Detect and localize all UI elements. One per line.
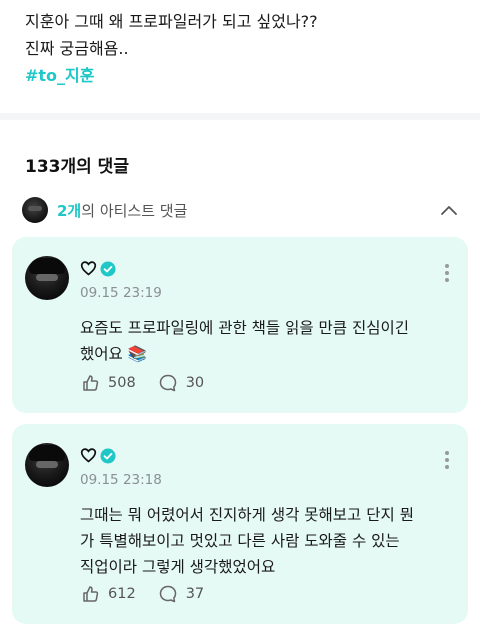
author-name[interactable] bbox=[80, 260, 116, 277]
avatar[interactable] bbox=[25, 443, 69, 487]
artist-comments-toggle[interactable]: 2개 의 아티스트 댓글 bbox=[22, 196, 462, 224]
avatar-hair bbox=[29, 445, 65, 461]
artist-comment-card: 09.15 23:19 요즘도 프로파일링에 관한 책들 읽을 만큼 진심이긴 … bbox=[12, 237, 468, 413]
hashtag-link[interactable]: #to_지훈 bbox=[25, 62, 465, 89]
comment-line: 직업이라 그렇게 생각했었어요 bbox=[80, 558, 276, 576]
comments-count-header: 133개의 댓글 bbox=[25, 157, 129, 177]
reply-button[interactable]: 37 bbox=[158, 584, 204, 604]
avatar[interactable] bbox=[25, 256, 69, 300]
avatar-glasses bbox=[36, 461, 58, 468]
artist-comments-label: 2개 의 아티스트 댓글 bbox=[57, 200, 187, 221]
avatar-hair bbox=[29, 258, 65, 274]
heart-icon bbox=[80, 261, 97, 276]
comment-line: 요즘도 프로파일링에 관한 책들 읽을 만큼 진심이긴 bbox=[80, 319, 410, 337]
post-line: 지훈아 그때 왜 프로파일러가 되고 싶었나?? bbox=[25, 12, 318, 31]
comment-actions: 508 30 bbox=[80, 373, 226, 393]
section-divider bbox=[0, 113, 480, 120]
comment-text: 요즘도 프로파일링에 관한 책들 읽을 만큼 진심이긴 했어요 📚 bbox=[80, 315, 460, 367]
artist-comment-card: 09.15 23:18 그때는 뭐 어렸어서 진지하게 생각 못해보고 단지 뭔… bbox=[12, 424, 468, 624]
reply-count: 37 bbox=[185, 586, 205, 602]
author-name[interactable] bbox=[80, 447, 116, 464]
artist-comment-count: 2개 bbox=[57, 201, 82, 220]
avatar-glasses bbox=[36, 274, 58, 281]
verified-badge-icon bbox=[100, 261, 116, 276]
chevron-up-icon[interactable] bbox=[440, 202, 458, 220]
like-button[interactable]: 508 bbox=[80, 373, 136, 393]
reply-icon bbox=[159, 585, 176, 603]
like-count: 612 bbox=[108, 586, 136, 602]
like-icon bbox=[83, 586, 99, 602]
comment-line: 그때는 뭐 어렸어서 진지하게 생각 못해보고 단지 뭔 bbox=[80, 506, 414, 524]
comment-timestamp: 09.15 23:19 bbox=[80, 285, 162, 301]
verified-badge-icon bbox=[100, 448, 116, 463]
post-body: 지훈아 그때 왜 프로파일러가 되고 싶었나?? 진짜 궁금해욤.. #to_지… bbox=[25, 8, 465, 89]
reply-icon bbox=[159, 374, 176, 392]
post-line: 진짜 궁금해욤.. bbox=[25, 39, 129, 58]
heart-icon bbox=[80, 448, 97, 463]
artist-comment-suffix: 의 아티스트 댓글 bbox=[81, 201, 188, 220]
comment-text: 그때는 뭐 어렸어서 진지하게 생각 못해보고 단지 뭔 가 특별해보이고 멋있… bbox=[80, 502, 460, 580]
more-options-icon[interactable] bbox=[444, 263, 450, 283]
more-options-icon[interactable] bbox=[444, 450, 450, 470]
like-button[interactable]: 612 bbox=[80, 584, 136, 604]
reply-button[interactable]: 30 bbox=[158, 373, 204, 393]
comment-actions: 612 37 bbox=[80, 584, 226, 604]
artist-avatar bbox=[22, 197, 48, 223]
comment-line: 했어요 📚 bbox=[80, 345, 148, 363]
comment-line: 가 특별해보이고 멋있고 다른 사람 도와줄 수 있는 bbox=[80, 532, 400, 550]
like-icon bbox=[83, 375, 99, 391]
comment-timestamp: 09.15 23:18 bbox=[80, 472, 162, 488]
reply-count: 30 bbox=[185, 375, 205, 391]
like-count: 508 bbox=[108, 375, 136, 391]
